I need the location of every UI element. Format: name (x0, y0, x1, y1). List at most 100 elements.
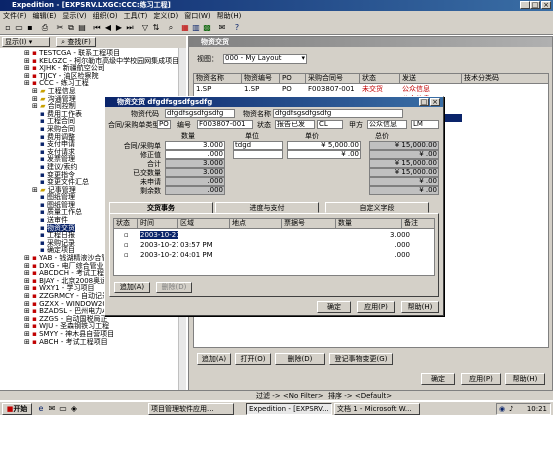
open-icon[interactable]: ▭ (14, 23, 24, 33)
next-record-icon[interactable]: ▶ (114, 23, 124, 33)
grid-quantity-cell[interactable]: .000 (350, 241, 410, 249)
party-code-field[interactable]: LM (411, 120, 439, 129)
contract-type-field[interactable]: PO (157, 120, 171, 129)
column-header[interactable]: 物资名称 (194, 74, 242, 84)
filter-icon[interactable]: ▽ (140, 23, 150, 33)
expand-icon[interactable]: ⊞ (24, 79, 32, 88)
grid-column-header[interactable]: 地点 (230, 219, 282, 229)
taskbar-task[interactable]: 文档 1 - Microsoft W... (334, 403, 420, 415)
taskbar-task[interactable]: Expedition - [EXPSRV... (246, 403, 332, 415)
number-field[interactable]: F003807-001 (197, 120, 253, 129)
quantity-field[interactable]: .000 (165, 150, 225, 159)
column-header[interactable]: 采购合同号 (306, 74, 360, 84)
quantity-field[interactable]: 3.000 (165, 141, 225, 150)
grid-quantity-cell[interactable]: .000 (350, 251, 410, 259)
print-icon[interactable]: ⎙ (40, 23, 50, 33)
menu-item[interactable]: 定义(D) (153, 11, 178, 21)
grid-column-header[interactable]: 票据号 (282, 219, 336, 229)
unit-field[interactable] (233, 150, 283, 159)
record-action-button[interactable]: 登记事物变更(G) (329, 353, 393, 365)
tree-item[interactable]: ⊞ ▪ ABCH - 考试工程项目 (24, 338, 184, 347)
quantity-field[interactable]: 3.000 (165, 168, 225, 177)
grid-quantity-cell[interactable]: 3.000 (350, 231, 410, 239)
status-code-field[interactable]: CL (317, 120, 343, 129)
column-header[interactable]: PO (280, 74, 306, 84)
table-cell[interactable]: 公众信息 (402, 85, 462, 93)
grid-time-cell[interactable]: 04:01 PM (180, 251, 213, 259)
dialog-ok-button[interactable]: 确定 (317, 301, 351, 313)
status-field[interactable]: 报告已发 (275, 120, 315, 129)
grid-date-cell[interactable]: 2003-10-21 (140, 231, 178, 239)
table-cell[interactable]: 1.SP (244, 85, 280, 93)
column-header[interactable]: 发送 (400, 74, 462, 84)
name-field[interactable]: dfgdfsgsdfgsdfg (273, 109, 403, 118)
menu-item[interactable]: 帮助(H) (217, 11, 242, 21)
search-button[interactable]: ⌕ 查找(F) (56, 37, 96, 47)
expand-icon[interactable]: ⊞ (32, 102, 40, 110)
new-icon[interactable]: ▫ (3, 23, 13, 33)
record-action-button[interactable]: 打开(O) (235, 353, 271, 365)
menu-item[interactable]: 显示(V) (62, 11, 86, 21)
dialog-help-button[interactable]: 帮助(H) (401, 301, 439, 313)
menu-item[interactable]: 组织(O) (93, 11, 118, 21)
right-apply-button[interactable]: 应用(P) (461, 373, 501, 385)
grid-column-header[interactable]: 状态 (114, 219, 138, 229)
help-icon[interactable]: ? (232, 23, 242, 33)
quicklaunch-desktop-icon[interactable]: ▭ (58, 404, 68, 414)
right-ok-button[interactable]: 确定 (421, 373, 455, 385)
column-header[interactable]: 物资编号 (242, 74, 280, 84)
party-field[interactable]: 公众信息 (367, 120, 407, 129)
record-action-button[interactable]: 追加(A) (197, 353, 231, 365)
cut-icon[interactable]: ✂ (55, 23, 65, 33)
grid-column-header[interactable]: 备注 (402, 219, 434, 229)
quicklaunch-outlook-icon[interactable]: ✉ (47, 404, 57, 414)
row-checkbox[interactable]: ▫ (124, 231, 129, 239)
calendar-icon[interactable]: ▩ (202, 23, 212, 33)
table-cell[interactable]: 未交货 (362, 85, 400, 93)
menu-item[interactable]: 文件(F) (3, 11, 27, 21)
dialog-apply-button[interactable]: 应用(P) (357, 301, 395, 313)
last-record-icon[interactable]: ⏭ (125, 23, 135, 33)
add-transaction-button[interactable]: 追加(A) (114, 282, 150, 293)
quantity-field[interactable]: 3.000 (165, 159, 225, 168)
unit-price-field[interactable]: ¥ .00 (287, 150, 361, 159)
unit-price-field[interactable]: ¥ 5,000.00 (287, 141, 361, 150)
prev-record-icon[interactable]: ◀ (103, 23, 113, 33)
dialog-maximize-button[interactable]: □ (419, 98, 429, 106)
expand-icon[interactable]: ⊞ (24, 338, 32, 346)
first-record-icon[interactable]: ⏮ (92, 23, 102, 33)
table-cell[interactable]: F003807-001 (308, 85, 360, 93)
quicklaunch-app-icon[interactable]: ◈ (69, 404, 79, 414)
minimize-button[interactable]: _ (520, 1, 530, 9)
code-field[interactable]: dfgdfsgsdfgsdfg (165, 109, 235, 118)
grid-column-header[interactable]: 数量 (336, 219, 402, 229)
grid-date-cell[interactable]: 2003-10-21 (140, 241, 178, 249)
show-dropdown[interactable]: 显示(I) ▾ (2, 37, 50, 47)
row-checkbox[interactable]: ▫ (124, 241, 129, 249)
view-select[interactable]: 000 - My Layout ▾ (223, 54, 307, 64)
taskbar-task[interactable]: 项目管理软件应用... (148, 403, 234, 415)
grid-column-header[interactable]: 时间 (138, 219, 178, 229)
start-button[interactable]: ■开始 (2, 403, 32, 415)
column-header[interactable]: 状态 (360, 74, 400, 84)
column-header[interactable]: 技术分类码 (462, 74, 548, 84)
quicklaunch-ie-icon[interactable]: e (36, 404, 46, 414)
copy-icon[interactable]: ⧉ (66, 23, 76, 33)
grid-time-cell[interactable]: 03:57 PM (180, 241, 213, 249)
tray-volume-icon[interactable]: ♪ (509, 405, 513, 413)
right-help-button[interactable]: 帮助(H) (505, 373, 545, 385)
mail-icon[interactable]: ✉ (217, 23, 227, 33)
expand-icon[interactable]: ⊞ (32, 186, 40, 194)
row-checkbox[interactable]: ▫ (124, 251, 129, 259)
tray-icon[interactable]: ◉ (499, 405, 505, 413)
sort-icon[interactable]: ⇅ (151, 23, 161, 33)
menu-item[interactable]: 编辑(E) (33, 11, 57, 21)
table-cell[interactable]: 1.SP (196, 85, 242, 93)
table-cell[interactable]: PO (282, 85, 306, 93)
grid-date-cell[interactable]: 2003-10-21 (140, 251, 178, 259)
find-icon[interactable]: ⌕ (166, 23, 176, 33)
maximize-button[interactable]: □ (530, 1, 540, 9)
paste-icon[interactable]: ▤ (77, 23, 87, 33)
chart-icon[interactable]: ▥ (191, 23, 201, 33)
delete-transaction-button[interactable]: 删除(D) (156, 282, 192, 293)
